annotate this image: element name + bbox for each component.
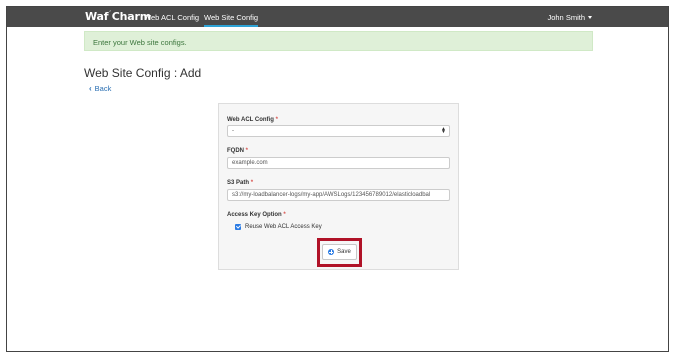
plus-circle-icon xyxy=(328,249,335,255)
top-navbar: Waf ′ Charm Web ACL Config Web Site Conf… xyxy=(7,7,668,27)
fqdn-input[interactable]: example.com xyxy=(227,157,450,169)
reuse-access-key-checkbox[interactable] xyxy=(235,224,241,230)
web-acl-config-label: Web ACL Config * xyxy=(227,117,278,123)
info-alert: Enter your Web site configs. xyxy=(84,31,593,51)
back-label: Back xyxy=(94,84,112,93)
caret-down-icon xyxy=(588,16,592,19)
s3-path-input[interactable]: s3://my-loadbalancer-logs/my-app/AWSLogs… xyxy=(227,189,450,201)
form-panel: Web ACL Config * - ▲ ▼ FQDN * example.com… xyxy=(218,103,459,270)
required-mark: * xyxy=(275,117,278,123)
nav-link-web-site-config[interactable]: Web Site Config xyxy=(204,13,259,27)
brand-logo[interactable]: Waf ′ Charm xyxy=(85,10,151,23)
chevron-left-icon: ‹ xyxy=(89,84,92,93)
brand-separator-icon: ′ xyxy=(109,10,111,17)
s3-path-label: S3 Path * xyxy=(227,180,253,186)
select-arrows-icon: ▲ ▼ xyxy=(441,126,446,135)
save-button[interactable]: Save xyxy=(322,244,357,260)
reuse-access-key-row[interactable]: Reuse Web ACL Access Key xyxy=(235,224,322,230)
page-title: Web Site Config : Add xyxy=(84,66,202,80)
app-window: Waf ′ Charm Web ACL Config Web Site Conf… xyxy=(6,6,669,352)
fqdn-label-text: FQDN xyxy=(227,148,244,154)
web-acl-config-selected: - xyxy=(232,128,234,134)
s3-path-placeholder: s3://my-loadbalancer-logs/my-app/AWSLogs… xyxy=(232,192,431,198)
web-acl-config-select[interactable]: - ▲ ▼ xyxy=(227,125,450,137)
nav-link-web-acl-config[interactable]: Web ACL Config xyxy=(144,13,199,22)
fqdn-label: FQDN * xyxy=(227,148,248,154)
user-menu[interactable]: John Smith xyxy=(547,13,592,22)
back-link[interactable]: ‹ Back xyxy=(89,84,111,93)
alert-message: Enter your Web site configs. xyxy=(93,38,187,47)
web-acl-config-label-text: Web ACL Config xyxy=(227,117,274,123)
access-key-option-label-text: Access Key Option xyxy=(227,212,282,218)
fqdn-placeholder: example.com xyxy=(232,160,268,166)
user-name: John Smith xyxy=(547,13,585,22)
required-mark: * xyxy=(283,212,286,218)
required-mark: * xyxy=(245,148,249,154)
brand-text-left: Waf xyxy=(85,10,109,23)
access-key-option-label: Access Key Option * xyxy=(227,212,286,218)
reuse-access-key-label: Reuse Web ACL Access Key xyxy=(245,224,322,230)
s3-path-label-text: S3 Path xyxy=(227,180,250,186)
save-label: Save xyxy=(337,249,351,255)
required-mark: * xyxy=(250,180,254,186)
